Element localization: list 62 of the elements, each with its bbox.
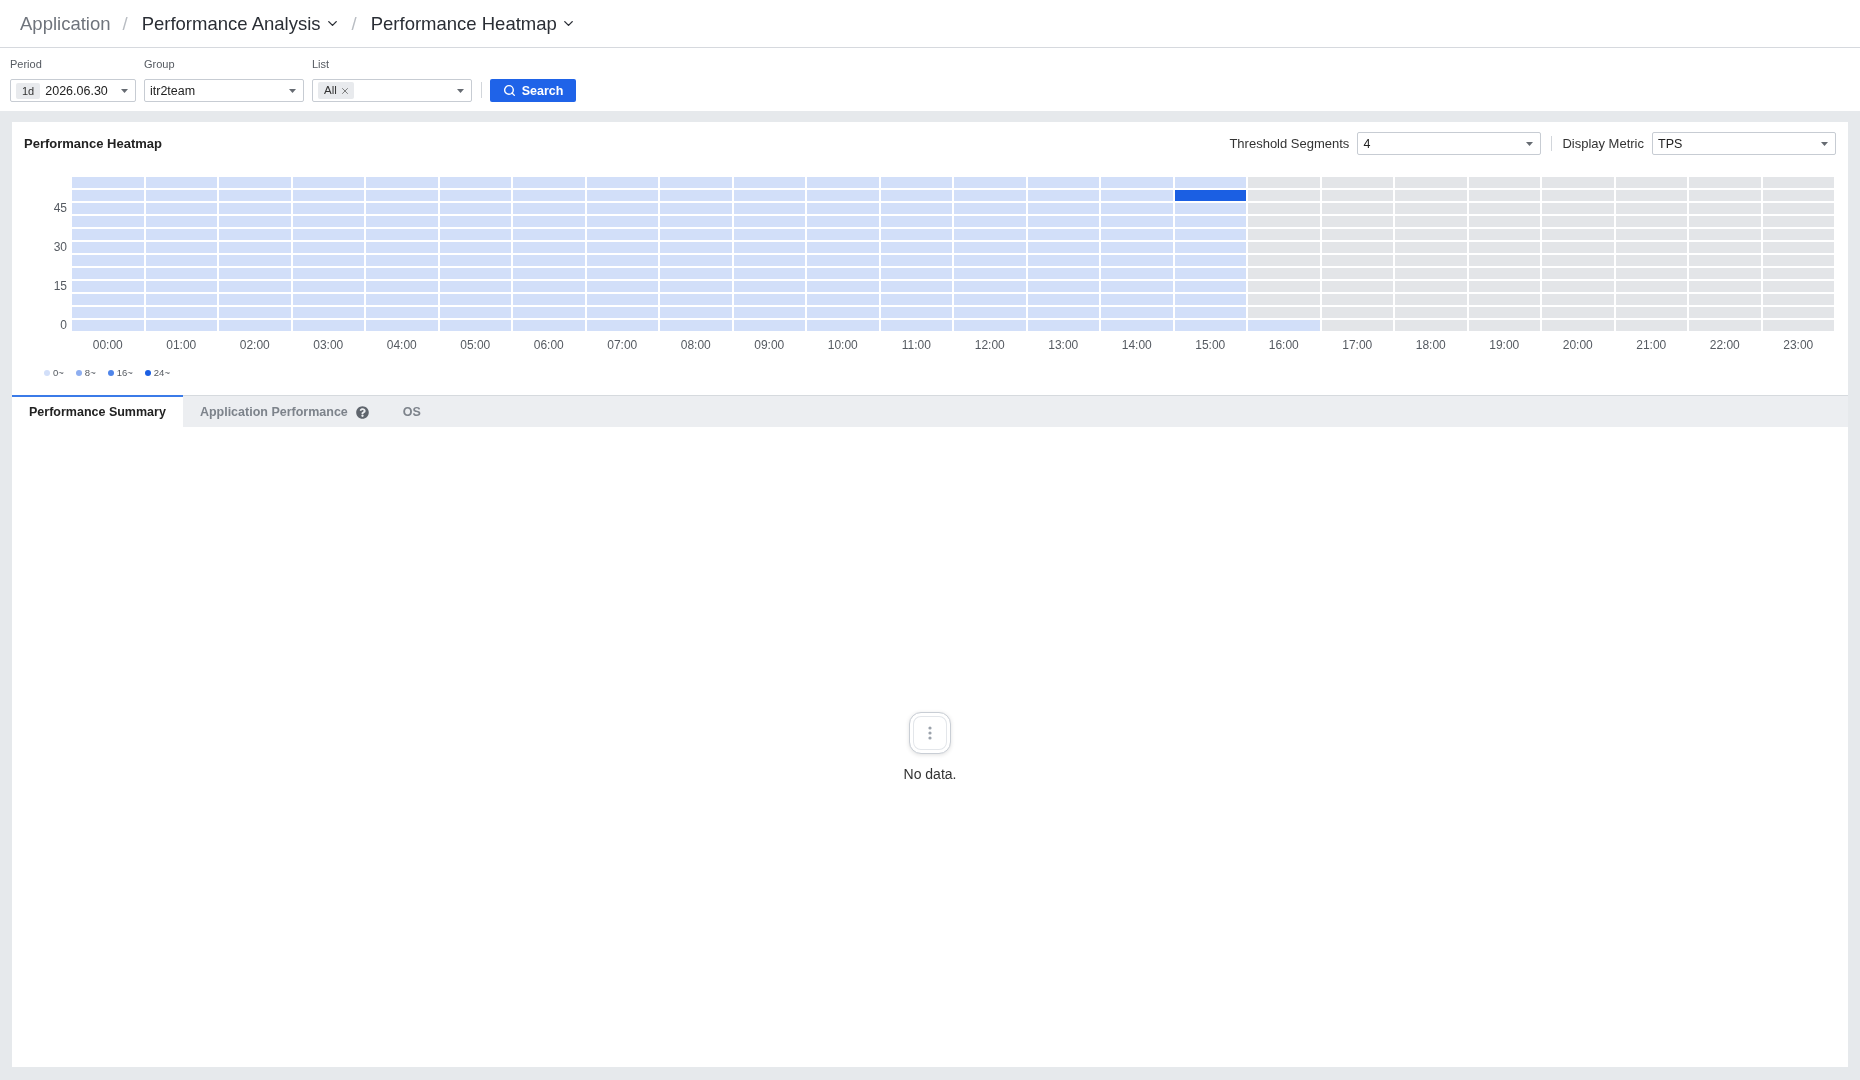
list-select[interactable]: All xyxy=(312,79,472,102)
x-axis-label: 20:00 xyxy=(1562,338,1593,352)
x-axis-label: 16:00 xyxy=(1268,338,1299,352)
dropdown-select[interactable]: TPS xyxy=(1652,132,1836,155)
caret-down-icon xyxy=(121,88,128,93)
breadcrumb-menu[interactable]: Performance Heatmap xyxy=(370,12,576,35)
section-title: Performance Heatmap xyxy=(24,136,162,151)
caret-down-icon xyxy=(1526,141,1534,146)
y-axis-label: 30 xyxy=(53,242,67,253)
legend-label: 8~ xyxy=(84,367,96,379)
field-label: Group xyxy=(144,58,176,71)
x-axis-label: 15:00 xyxy=(1195,338,1226,352)
x-axis-label: 00:00 xyxy=(92,338,123,352)
x-axis-label: 03:00 xyxy=(313,338,344,352)
caret-down-icon xyxy=(457,88,464,93)
help-icon[interactable] xyxy=(355,405,369,419)
y-axis-label: 0 xyxy=(60,320,67,331)
x-axis-label: 19:00 xyxy=(1489,338,1520,352)
field-label: List xyxy=(312,58,331,71)
x-axis-label: 17:00 xyxy=(1342,338,1373,352)
field-label: Period xyxy=(10,58,43,71)
control-label: Threshold Segments xyxy=(1229,136,1350,151)
dropdown-select[interactable]: 4 xyxy=(1357,132,1542,155)
group-select[interactable]: itr2team xyxy=(144,79,304,102)
x-axis-label: 11:00 xyxy=(901,338,931,352)
x-axis-label: 04:00 xyxy=(386,338,417,352)
y-axis-label: 45 xyxy=(53,203,67,214)
x-axis-label: 23:00 xyxy=(1783,338,1814,352)
search-icon xyxy=(502,84,516,97)
filter-tag[interactable]: All xyxy=(318,82,354,99)
x-axis-label: 07:00 xyxy=(607,338,638,352)
x-axis-label: 06:00 xyxy=(533,338,564,352)
legend-label: 16~ xyxy=(116,367,133,379)
x-axis-label: 09:00 xyxy=(754,338,785,352)
breadcrumb-separator: / xyxy=(122,12,128,35)
breadcrumb-link[interactable]: Application xyxy=(20,12,111,35)
close-icon[interactable] xyxy=(339,85,350,96)
x-axis-label: 21:00 xyxy=(1636,338,1667,352)
x-axis-label: 12:00 xyxy=(974,338,1005,352)
vertical-dots-icon xyxy=(909,712,951,754)
caret-down-icon xyxy=(289,88,296,93)
x-axis-label: 01:00 xyxy=(166,338,197,352)
y-axis-label: 15 xyxy=(53,281,67,292)
tab[interactable]: Performance Summary xyxy=(12,395,183,427)
caret-down-icon xyxy=(1821,141,1828,146)
x-axis-label: 14:00 xyxy=(1121,338,1152,352)
empty-message: No data. xyxy=(903,766,957,782)
breadcrumb-separator: / xyxy=(351,12,357,35)
x-axis-label: 18:00 xyxy=(1415,338,1446,352)
legend-label: 0~ xyxy=(53,367,64,379)
period-select[interactable]: 1d 2026.06.30 xyxy=(10,79,136,102)
x-axis-label: 08:00 xyxy=(680,338,711,352)
breadcrumb-menu[interactable]: Performance Analysis xyxy=(141,12,340,35)
control-label: Display Metric xyxy=(1562,136,1644,151)
range-badge: 1d xyxy=(16,82,41,99)
search-button[interactable]: Search xyxy=(490,79,576,102)
legend-label: 24~ xyxy=(153,367,170,379)
x-axis-label: 05:00 xyxy=(460,338,491,352)
x-axis-label: 13:00 xyxy=(1048,338,1079,352)
x-axis-label: 10:00 xyxy=(827,338,858,352)
x-axis-label: 02:00 xyxy=(239,338,270,352)
x-axis-label: 22:00 xyxy=(1709,338,1740,352)
